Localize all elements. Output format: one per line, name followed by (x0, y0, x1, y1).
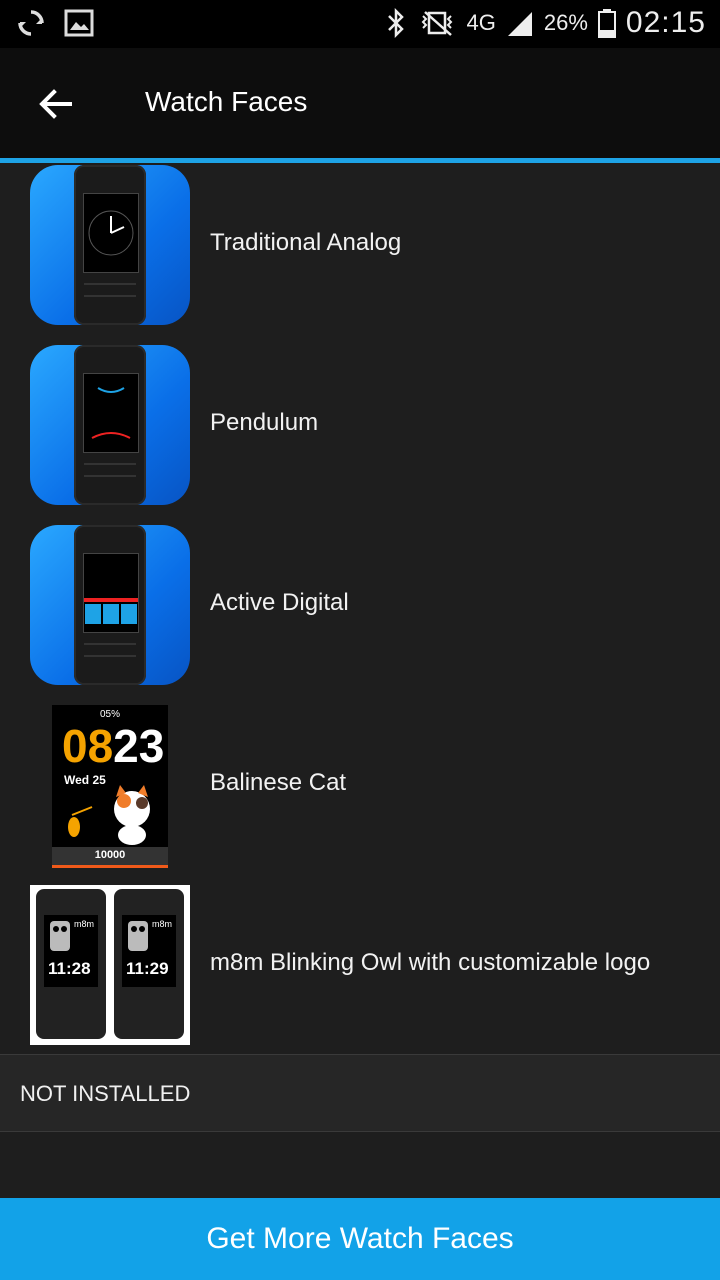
owl-time-2: 11:29 (126, 959, 169, 978)
cat-hour: 08 (62, 720, 114, 772)
section-title: NOT INSTALLED (20, 1081, 191, 1106)
list-item[interactable]: Traditional Analog (0, 163, 720, 343)
get-more-watch-faces-button[interactable]: Get More Watch Faces (0, 1198, 720, 1280)
bluetooth-icon (387, 8, 404, 38)
status-bar: 4G 26% 02:15 (0, 0, 720, 48)
watch-face-name: m8m Blinking Owl with customizable logo (210, 949, 651, 976)
watch-face-thumbnail (30, 165, 190, 325)
watch-face-name: Pendulum (210, 409, 319, 436)
owl-logo: m8m (152, 919, 172, 929)
owl-time-1: 11:28 (48, 959, 91, 978)
watch-face-name: Balinese Cat (210, 769, 347, 796)
list-item[interactable]: m8m 11:28 m8m 11:29 m8m Blinking Owl wit… (0, 883, 720, 1063)
signal-icon (507, 12, 532, 36)
owl-logo: m8m (74, 919, 94, 929)
battery-icon (597, 9, 616, 38)
cat-steps: 10000 (52, 847, 168, 868)
battery-percent: 26% (543, 10, 588, 35)
page-title: Watch Faces (145, 86, 308, 117)
watch-face-name: Active Digital (210, 589, 349, 616)
watch-face-thumbnail: 05% 0823 Wed 25 10000 (30, 705, 190, 868)
owl-icon (50, 921, 70, 951)
sync-icon (18, 10, 44, 36)
image-icon (64, 9, 94, 37)
watch-face-thumbnail (30, 525, 190, 685)
watch-face-name: Traditional Analog (210, 229, 402, 256)
clock: 02:15 (625, 6, 706, 39)
cat-battery: 05% (99, 709, 120, 720)
watch-face-thumbnail: m8m 11:28 m8m 11:29 (30, 885, 190, 1045)
list-item[interactable]: Active Digital (0, 523, 720, 703)
cat-icon (68, 785, 150, 845)
network-type: 4G (466, 10, 496, 35)
app-bar: Watch Faces (0, 48, 720, 158)
watch-face-thumbnail (30, 345, 190, 505)
arrow-left-icon[interactable] (36, 84, 76, 124)
watch-face-list: Traditional Analog Pendulum Active Digit… (0, 163, 720, 1063)
vibrate-icon (421, 11, 452, 36)
cat-minute: 23 (113, 720, 165, 772)
owl-icon (128, 921, 148, 951)
list-item[interactable]: 05% 0823 Wed 25 10000 Balinese Cat (0, 703, 720, 883)
list-item[interactable]: Pendulum (0, 343, 720, 523)
section-header: NOT INSTALLED (0, 1054, 720, 1132)
